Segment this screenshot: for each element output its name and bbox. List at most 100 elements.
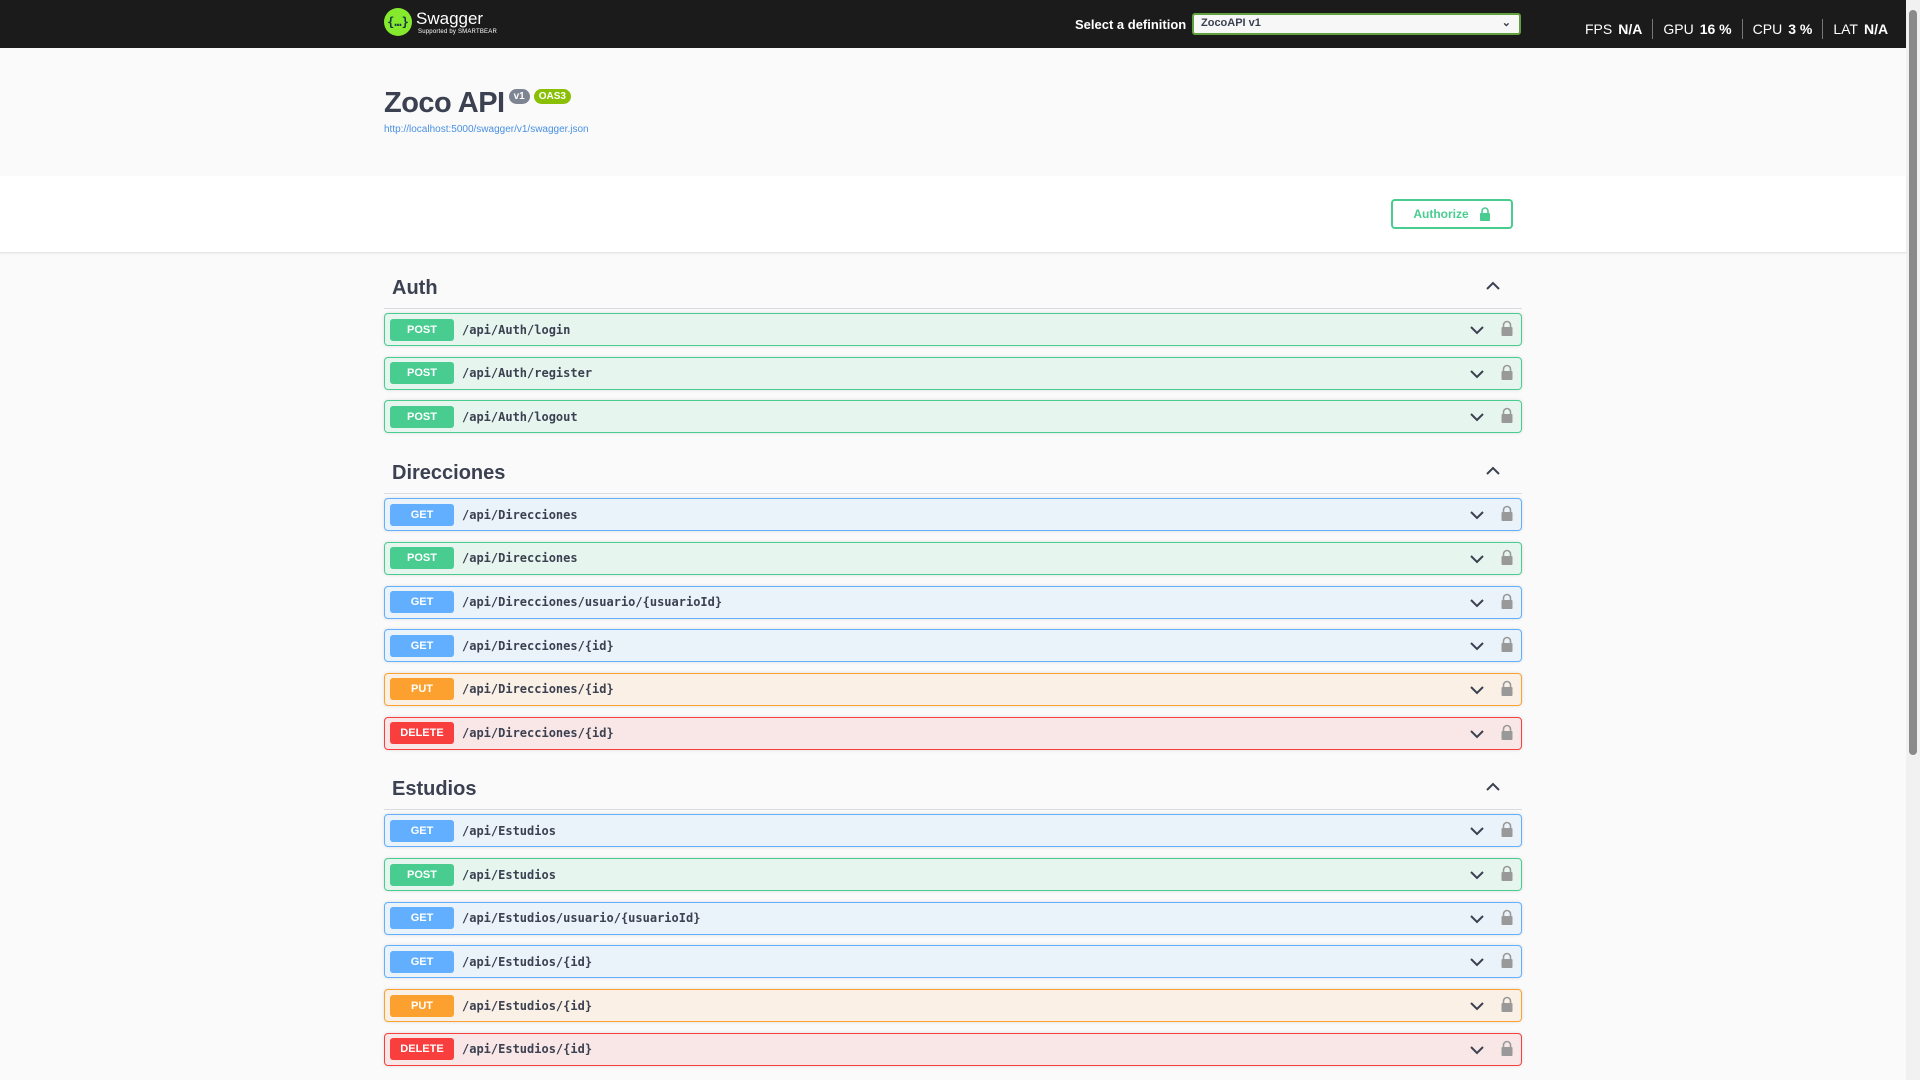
lock-icon[interactable] — [1500, 593, 1514, 611]
operation-post[interactable]: POST/api/Direcciones — [384, 541, 1522, 575]
swagger-logo-link[interactable]: {…} Swagger Supported by SMARTBEAR — [384, 8, 497, 36]
operation-post[interactable]: POST/api/Estudios — [384, 858, 1522, 891]
operation-post[interactable]: POST/api/Auth/login — [384, 313, 1522, 346]
chevron-down-icon[interactable] — [1468, 997, 1486, 1015]
chevron-down-icon[interactable] — [1468, 1041, 1486, 1059]
operation-path: /api/Estudios/{id} — [462, 954, 593, 969]
scheme-container: Authorize — [0, 176, 1906, 253]
lock-icon[interactable] — [1500, 505, 1514, 523]
metric-value: N/A — [1618, 21, 1643, 37]
operation-path: /api/Direcciones/{id} — [462, 726, 614, 741]
operation-get[interactable]: GET/api/Direcciones/{id} — [384, 629, 1522, 663]
authorize-label: Authorize — [1413, 207, 1469, 221]
operation-path: /api/Direcciones/{id} — [462, 682, 614, 697]
metric-key: CPU — [1752, 21, 1783, 37]
lock-icon[interactable] — [1500, 909, 1514, 927]
method-badge: POST — [390, 362, 454, 385]
chevron-down-icon[interactable] — [1468, 822, 1486, 840]
version-badge: v1 — [508, 89, 530, 104]
tag-name: Direcciones — [392, 462, 506, 485]
chevron-down-icon[interactable] — [1468, 506, 1486, 524]
spec-url-link[interactable]: http://localhost:5000/swagger/v1/swagger… — [384, 124, 589, 135]
lock-icon[interactable] — [1500, 821, 1514, 839]
method-badge: POST — [390, 547, 454, 570]
chevron-down-icon[interactable] — [1468, 408, 1486, 426]
method-badge: DELETE — [390, 1038, 454, 1061]
tag-section-header[interactable]: Auth — [384, 265, 1522, 309]
chevron-up-icon[interactable] — [1482, 460, 1504, 482]
method-badge: GET — [390, 907, 454, 930]
lock-icon[interactable] — [1500, 636, 1514, 654]
lock-icon[interactable] — [1500, 1040, 1514, 1058]
page-scrollbar[interactable] — [1906, 0, 1920, 1080]
brand-name: Swagger — [416, 8, 484, 28]
operation-delete[interactable]: DELETE/api/Direcciones/{id} — [384, 716, 1522, 750]
performance-metrics: FPS N/A GPU 16 % CPU 3 % LAT N/A — [1573, 19, 1888, 39]
tag-section-header[interactable]: Direcciones — [384, 450, 1522, 495]
method-badge: GET — [390, 503, 454, 526]
operation-path: /api/Estudios/{id} — [462, 998, 593, 1013]
chevron-down-icon[interactable] — [1468, 910, 1486, 928]
metric-value: N/A — [1863, 21, 1889, 37]
metric-gpu: GPU 16 % — [1653, 19, 1743, 39]
operation-put[interactable]: PUT/api/Direcciones/{id} — [384, 672, 1522, 706]
chevron-down-icon[interactable] — [1468, 594, 1486, 612]
chevron-down-icon[interactable] — [1468, 953, 1486, 971]
operation-post[interactable]: POST/api/Auth/logout — [384, 400, 1522, 434]
method-badge: POST — [390, 318, 454, 341]
operation-get[interactable]: GET/api/Direcciones/usuario/{usuarioId} — [384, 585, 1522, 619]
operation-delete[interactable]: DELETE/api/Estudios/{id} — [384, 1032, 1522, 1066]
operation-path: /api/Estudios — [462, 867, 556, 882]
oas-badge: OAS3 — [533, 89, 571, 104]
operation-post[interactable]: POST/api/Auth/register — [384, 356, 1522, 390]
metric-lat: LAT N/A — [1823, 19, 1888, 39]
chevron-down-icon[interactable] — [1468, 550, 1486, 568]
lock-icon[interactable] — [1500, 407, 1514, 425]
operation-get[interactable]: GET/api/Estudios/{id} — [384, 945, 1522, 979]
scrollbar-thumb[interactable] — [1909, 10, 1917, 755]
chevron-down-icon[interactable] — [1468, 866, 1486, 884]
operation-path: /api/Auth/login — [462, 322, 571, 337]
definition-label: Select a definition — [1075, 17, 1187, 32]
method-badge: GET — [390, 591, 454, 613]
definition-select[interactable]: ZocoAPI v1 ⌄ — [1192, 13, 1521, 35]
lock-icon[interactable] — [1500, 549, 1514, 567]
metric-value: 16 % — [1699, 21, 1732, 37]
lock-icon[interactable] — [1500, 952, 1514, 970]
swagger-logo-icon: {…} — [384, 8, 412, 36]
operation-path: /api/Direcciones — [462, 551, 578, 566]
chevron-down-icon[interactable] — [1468, 681, 1486, 699]
chevron-down-icon[interactable] — [1468, 725, 1486, 743]
chevron-down-icon[interactable] — [1468, 365, 1486, 383]
method-badge: GET — [390, 950, 454, 973]
operation-put[interactable]: PUT/api/Estudios/{id} — [384, 989, 1522, 1023]
metric-key: FPS — [1585, 21, 1613, 37]
tag-section-header[interactable]: Estudios — [384, 766, 1522, 811]
chevron-down-icon[interactable] — [1468, 637, 1486, 655]
chevron-down-icon[interactable] — [1468, 321, 1486, 339]
lock-icon[interactable] — [1500, 320, 1514, 338]
metric-fps: FPS N/A — [1573, 19, 1654, 39]
api-title: Zoco API — [384, 87, 505, 119]
api-info: Zoco API v1 OAS3 http://localhost:5000/s… — [0, 48, 1906, 176]
method-badge: PUT — [390, 678, 454, 701]
chevron-up-icon[interactable] — [1482, 776, 1504, 798]
operation-path: /api/Estudios — [462, 823, 556, 838]
lock-icon[interactable] — [1500, 865, 1514, 883]
chevron-down-icon: ⌄ — [1501, 17, 1511, 29]
operation-get[interactable]: GET/api/Estudios/usuario/{usuarioId} — [384, 901, 1522, 935]
lock-icon[interactable] — [1500, 680, 1514, 698]
lock-icon[interactable] — [1500, 996, 1514, 1014]
operation-get[interactable]: GET/api/Direcciones — [384, 498, 1522, 532]
operation-get[interactable]: GET/api/Estudios — [384, 814, 1522, 848]
definition-select-value: ZocoAPI v1 — [1201, 17, 1261, 29]
method-badge: POST — [390, 863, 454, 886]
method-badge: PUT — [390, 994, 454, 1017]
lock-icon[interactable] — [1500, 724, 1514, 742]
authorize-button[interactable]: Authorize — [1391, 199, 1513, 229]
operation-path: /api/Estudios/usuario/{usuarioId} — [462, 911, 701, 926]
chevron-up-icon[interactable] — [1482, 275, 1504, 297]
lock-icon[interactable] — [1500, 364, 1514, 382]
metric-key: GPU — [1663, 21, 1694, 37]
operation-path: /api/Auth/register — [462, 366, 593, 381]
